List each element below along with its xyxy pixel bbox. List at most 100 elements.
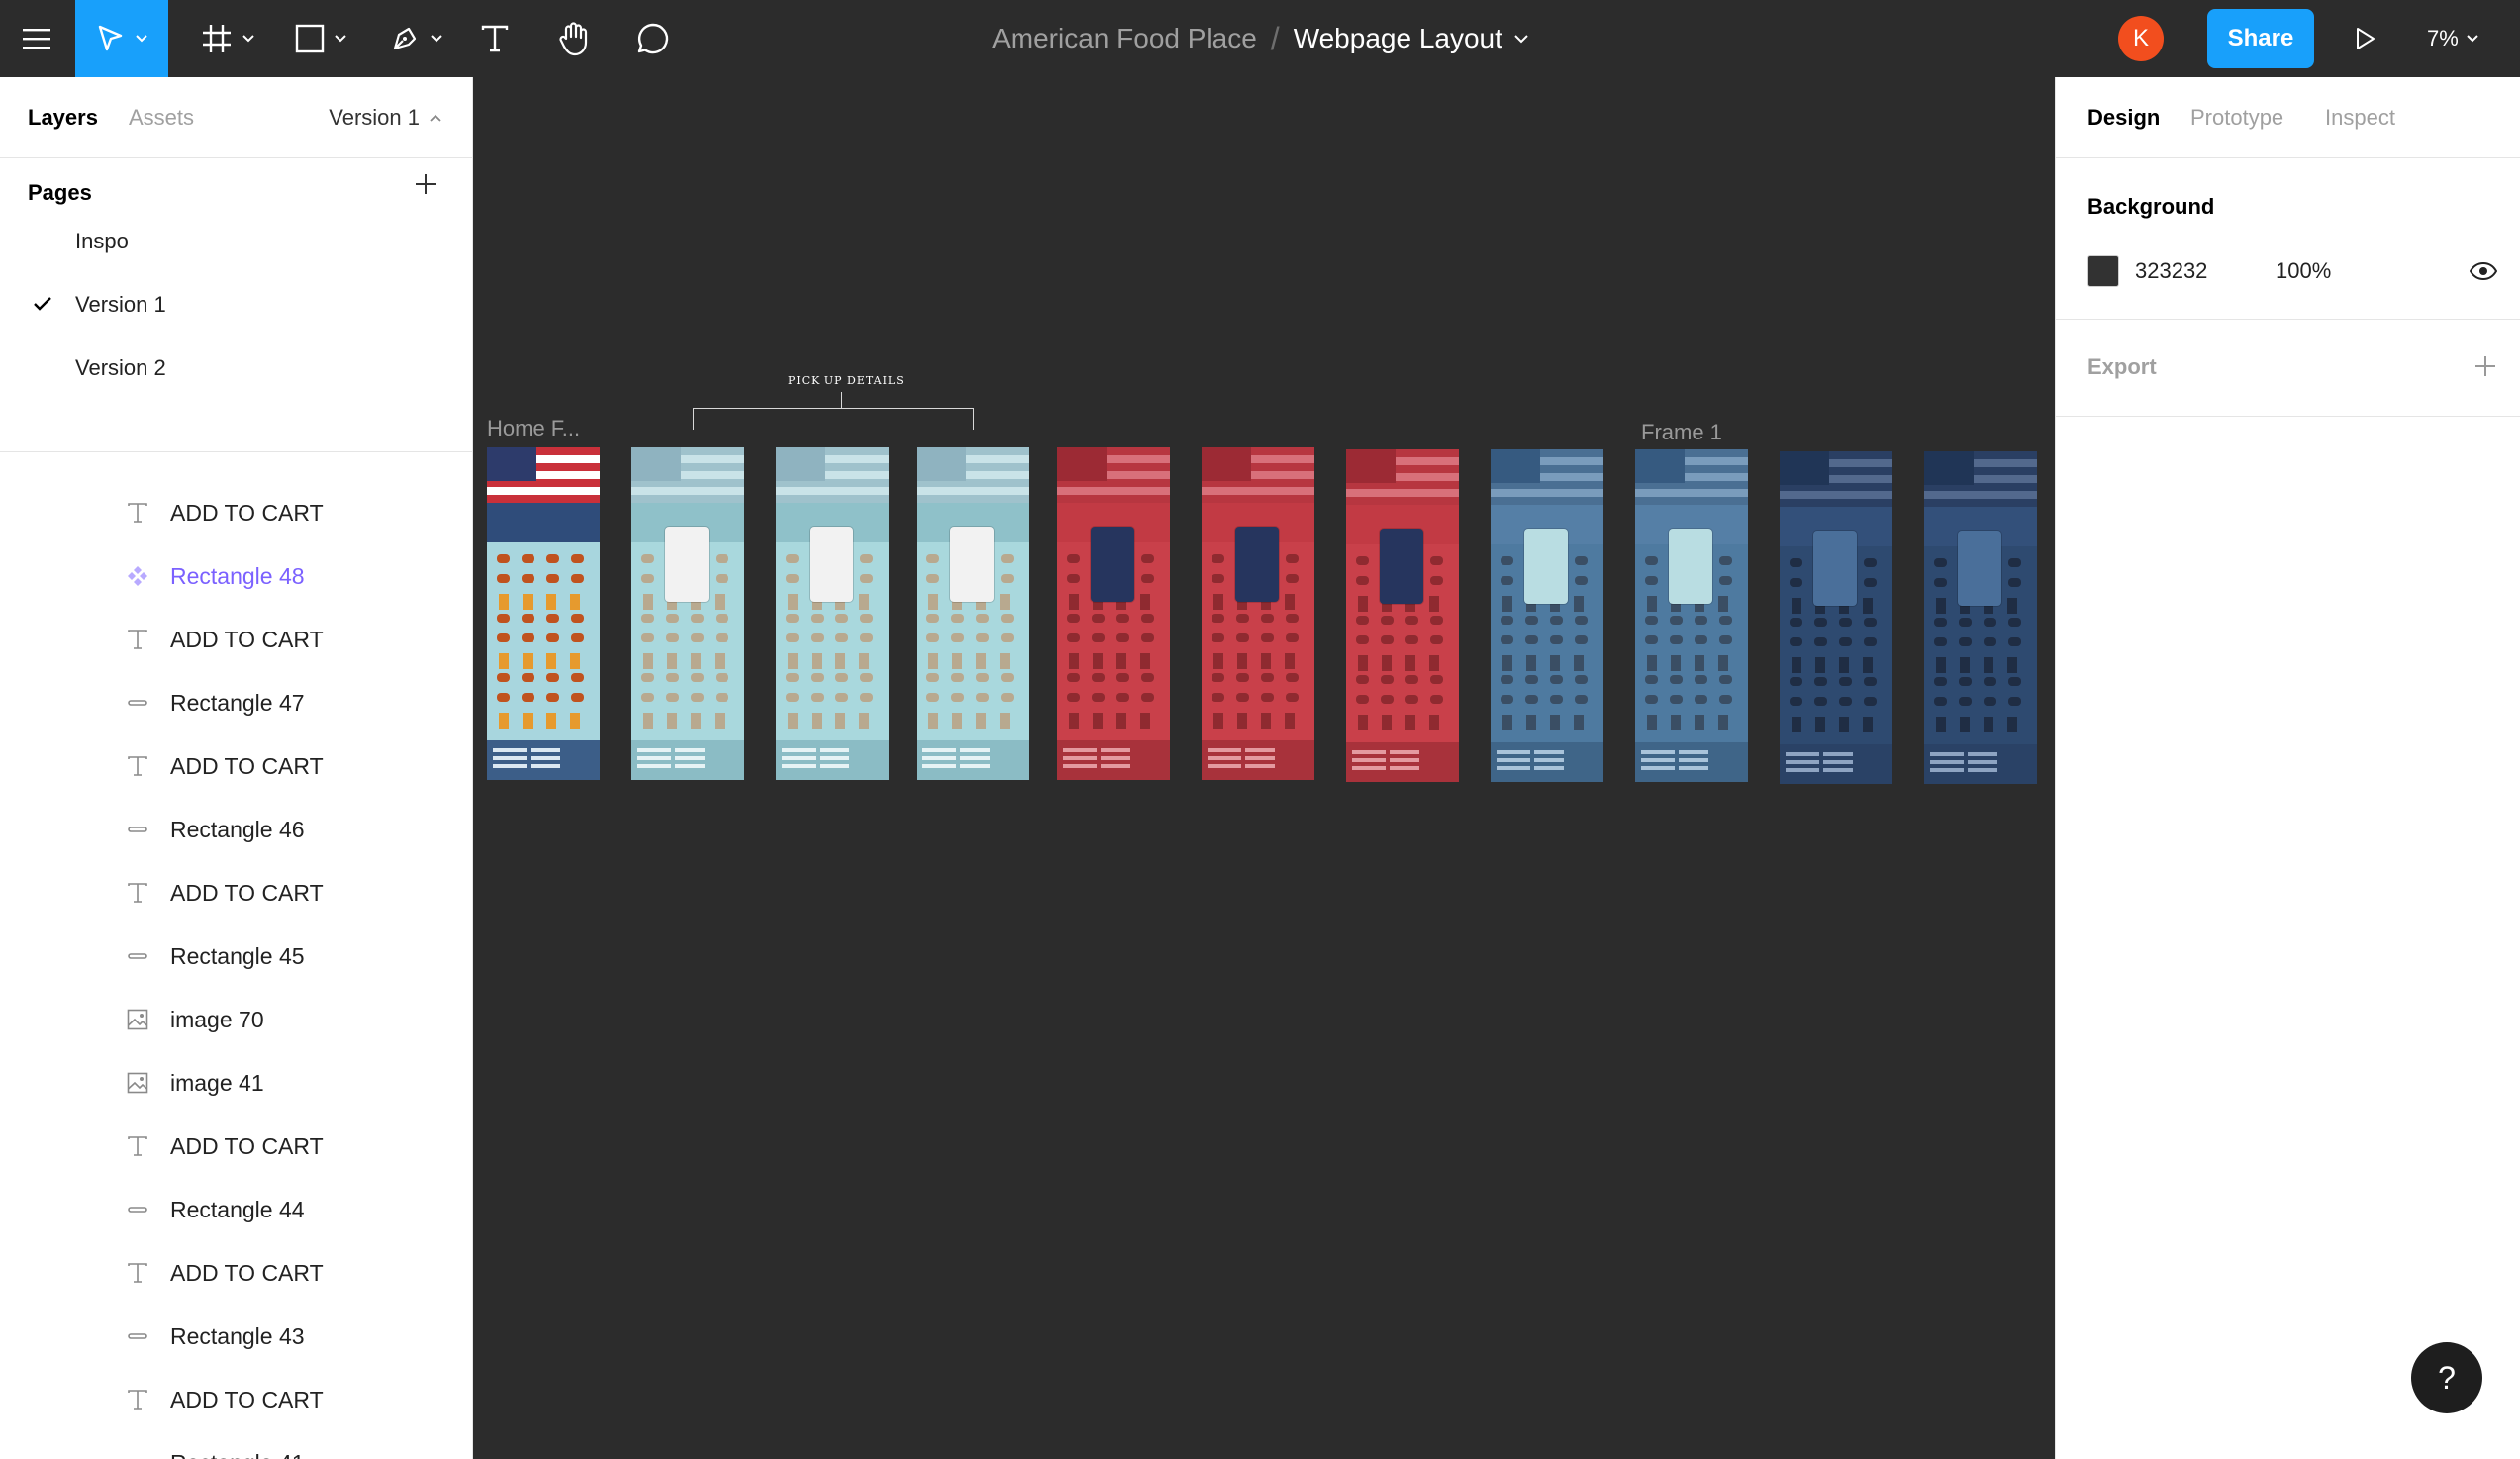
layer-row[interactable]: Rectangle 41 <box>0 1431 472 1459</box>
add-page-button[interactable] <box>410 168 441 200</box>
frame-label-frame-1[interactable]: Frame 1 <box>1641 420 1722 445</box>
menu-item-image <box>1116 653 1126 669</box>
layer-row[interactable]: ADD TO CART <box>0 1115 472 1178</box>
layer-row[interactable]: Rectangle 47 <box>0 671 472 734</box>
flag-canton <box>1346 449 1396 483</box>
background-hex-input[interactable]: 323232 <box>2135 258 2207 284</box>
layer-name: Rectangle 48 <box>170 562 305 589</box>
menu-item-image <box>1792 657 1801 673</box>
menu-item-image <box>666 614 679 623</box>
menu-item-image <box>1671 715 1681 730</box>
menu-item-image <box>1140 713 1150 729</box>
footer-line <box>1786 768 1819 772</box>
menu-item-image <box>716 633 728 642</box>
menu-item-image <box>546 614 559 623</box>
menu-item-image <box>1212 673 1224 682</box>
visibility-toggle[interactable] <box>2468 257 2499 285</box>
menu-item-image <box>1116 673 1129 682</box>
menu-item-image <box>497 614 510 623</box>
footer-line <box>1390 766 1419 770</box>
layer-row[interactable]: ADD TO CART <box>0 1368 472 1431</box>
popup-modal <box>665 527 709 602</box>
tab-assets[interactable]: Assets <box>129 77 194 158</box>
menu-item-image <box>1525 675 1538 684</box>
page-frame-thumbnail[interactable] <box>1057 447 1170 780</box>
tab-layers[interactable]: Layers <box>28 77 98 158</box>
chevron-down-icon[interactable] <box>1514 34 1528 44</box>
background-color-swatch[interactable] <box>2087 255 2119 287</box>
layer-row[interactable]: Rectangle 44 <box>0 1178 472 1241</box>
footer-line <box>1352 758 1386 762</box>
page-frame-thumbnail[interactable] <box>917 447 1029 780</box>
hand-tool-button[interactable] <box>546 0 602 77</box>
menu-item-image <box>546 554 559 563</box>
page-item[interactable]: Version 2 <box>0 337 472 400</box>
page-frame-thumbnail[interactable] <box>1491 449 1603 782</box>
menu-item-image <box>1381 635 1394 644</box>
present-button[interactable] <box>2346 0 2385 77</box>
comment-tool-button[interactable] <box>626 0 681 77</box>
layer-row[interactable]: Rectangle 46 <box>0 798 472 861</box>
frame-tool-button[interactable] <box>188 0 267 77</box>
text-layer-icon <box>125 880 150 906</box>
tab-design[interactable]: Design <box>2087 77 2160 158</box>
menu-item-image <box>951 614 964 623</box>
page-name[interactable]: Webpage Layout <box>1294 23 1502 54</box>
layer-row[interactable]: ADD TO CART <box>0 1241 472 1305</box>
pen-tool-button[interactable] <box>376 0 455 77</box>
menu-item-image <box>1501 616 1513 625</box>
canvas[interactable]: Home F... Frame 1 PICK UP DETAILS <box>473 77 2055 1459</box>
menu-item-image <box>1501 695 1513 704</box>
hero-band <box>487 503 600 542</box>
footer-line <box>820 756 849 760</box>
menu-item-image <box>571 673 584 682</box>
main-menu-button[interactable] <box>0 0 73 77</box>
tab-inspect[interactable]: Inspect <box>2325 77 2395 158</box>
menu-item-image <box>835 673 848 682</box>
page-frame-thumbnail[interactable] <box>1780 451 1892 784</box>
footer-line <box>1930 760 1964 764</box>
divider <box>2056 416 2520 417</box>
layer-row[interactable]: image 41 <box>0 1051 472 1115</box>
frame-label-home[interactable]: Home F... <box>487 416 580 441</box>
right-panel-tabs: Design Prototype Inspect <box>2056 77 2520 158</box>
background-opacity-input[interactable]: 100% <box>2276 258 2331 284</box>
tab-prototype[interactable]: Prototype <box>2190 77 2283 158</box>
zoom-dropdown[interactable]: 7% <box>2427 0 2478 77</box>
layer-row[interactable]: ADD TO CART <box>0 608 472 671</box>
page-frame-thumbnail[interactable] <box>1202 447 1314 780</box>
user-avatar[interactable]: K <box>2118 16 2164 61</box>
version-dropdown[interactable]: Version 1 <box>329 77 441 158</box>
project-name[interactable]: American Food Place <box>992 23 1257 54</box>
menu-item-image <box>523 594 533 610</box>
layer-row[interactable]: ADD TO CART <box>0 734 472 798</box>
page-frame-thumbnail[interactable] <box>487 447 600 780</box>
page-item[interactable]: Version 1 <box>0 273 472 337</box>
layer-row[interactable]: Rectangle 45 <box>0 924 472 988</box>
page-frame-thumbnail[interactable] <box>631 447 744 780</box>
layer-row[interactable]: ADD TO CART <box>0 861 472 924</box>
page-item-label: Inspo <box>75 229 129 253</box>
menu-item-image <box>1067 554 1080 563</box>
menu-item-image <box>1358 596 1368 612</box>
layer-name: ADD TO CART <box>170 626 324 652</box>
add-export-button[interactable] <box>2470 350 2501 382</box>
layer-row[interactable]: image 70 <box>0 988 472 1051</box>
plus-icon <box>416 174 436 194</box>
menu-item-image <box>788 653 798 669</box>
shape-tool-button[interactable] <box>281 0 360 77</box>
layer-row[interactable]: Rectangle 43 <box>0 1305 472 1368</box>
page-frame-thumbnail[interactable] <box>1346 449 1459 782</box>
layer-row[interactable]: ADD TO CART <box>0 481 472 544</box>
page-frame-thumbnail[interactable] <box>1924 451 2037 784</box>
menu-item-image <box>976 633 989 642</box>
page-item[interactable]: Inspo <box>0 210 472 273</box>
text-tool-button[interactable] <box>467 0 523 77</box>
layer-row[interactable]: Rectangle 48 <box>0 544 472 608</box>
menu-item-image <box>1792 598 1801 614</box>
page-frame-thumbnail[interactable] <box>776 447 889 780</box>
move-tool-button[interactable] <box>75 0 168 77</box>
help-button[interactable]: ? <box>2411 1342 2482 1413</box>
share-button[interactable]: Share <box>2207 9 2314 68</box>
page-frame-thumbnail[interactable] <box>1635 449 1748 782</box>
